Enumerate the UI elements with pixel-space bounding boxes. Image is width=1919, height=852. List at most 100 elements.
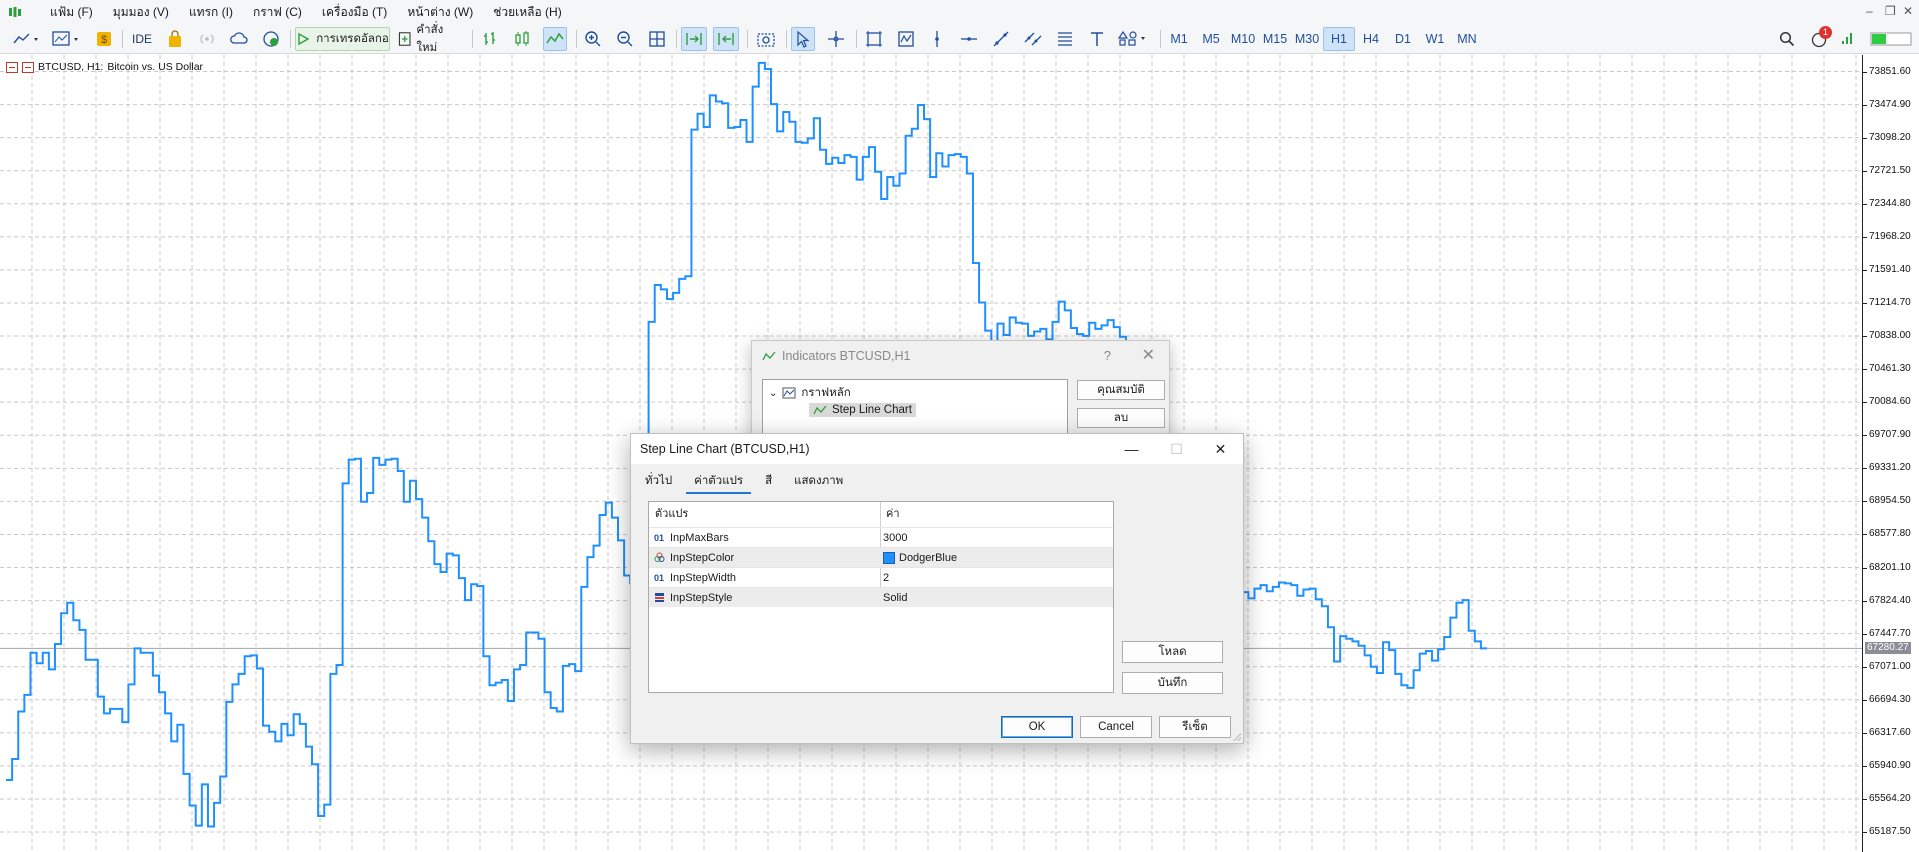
zoom-in-icon[interactable]	[582, 27, 604, 51]
close-icon[interactable]: ✕	[1903, 4, 1913, 18]
tree-item-main-chart[interactable]: ⌄ กราฟหลัก	[769, 384, 851, 402]
table-row[interactable]: InpStepColor DodgerBlue	[649, 547, 1113, 567]
signal-strength-icon	[1840, 27, 1856, 51]
price-label: 73098.20	[1869, 131, 1911, 143]
timeframe-m5[interactable]: M5	[1195, 27, 1227, 51]
tab-visualization[interactable]: แสดงภาพ	[786, 472, 851, 494]
tab-inputs[interactable]: ค่าตัวแปร	[686, 472, 752, 494]
channel-icon[interactable]	[1022, 27, 1044, 51]
reset-button[interactable]: รีเซ็ต	[1159, 716, 1231, 738]
indicator-window-icon[interactable]	[894, 27, 918, 51]
menu-view[interactable]: มุมมอง (V)	[103, 0, 179, 24]
properties-button[interactable]: คุณสมบัติ	[1077, 380, 1165, 400]
table-row[interactable]: 01 InpStepWidth 2	[649, 567, 1113, 587]
tree-item-step-line-chart[interactable]: Step Line Chart	[809, 403, 916, 417]
template-dropdown[interactable]	[50, 27, 84, 51]
fit-window-icon[interactable]	[862, 27, 886, 51]
timeframe-mn[interactable]: MN	[1451, 27, 1483, 51]
table-row[interactable]: 01 InpMaxBars 3000	[649, 527, 1113, 547]
notifications-icon[interactable]: 1	[1808, 26, 1832, 51]
algo-trading-button[interactable]: การเทรดอัลกอ	[295, 27, 390, 51]
color-type-icon	[654, 552, 665, 562]
crosshair-icon[interactable]	[824, 27, 848, 51]
minimize-icon[interactable]: –	[1866, 4, 1873, 18]
indicators-close-icon[interactable]: ✕	[1142, 345, 1155, 365]
restore-icon[interactable]: ❐	[1885, 4, 1896, 18]
horizontal-line-icon[interactable]	[958, 27, 980, 51]
close-icon[interactable]: ✕	[1198, 434, 1243, 464]
bar-chart-icon[interactable]	[479, 27, 501, 51]
price-tick	[1863, 699, 1867, 701]
candlestick-icon[interactable]	[511, 27, 533, 51]
trend-line-icon[interactable]	[990, 27, 1012, 51]
chevron-down-icon[interactable]: ⌄	[769, 388, 777, 399]
line-chart-toggle-icon[interactable]	[543, 27, 567, 51]
ok-button[interactable]: OK	[1001, 716, 1073, 738]
chart-properties-icon[interactable]	[22, 61, 34, 73]
ide-button[interactable]: IDE	[128, 27, 156, 51]
new-order-icon	[398, 32, 411, 46]
timeframe-m10[interactable]: M10	[1227, 27, 1259, 51]
step-dialog-titlebar: Step Line Chart (BTCUSD,H1) — ☐ ✕	[631, 434, 1243, 464]
timeframe-m1[interactable]: M1	[1163, 27, 1195, 51]
auto-scroll-icon[interactable]	[681, 27, 707, 51]
color-swatch[interactable]	[883, 551, 895, 564]
timeframe-m15[interactable]: M15	[1259, 27, 1291, 51]
chart-menu-icon[interactable]	[6, 61, 18, 73]
cancel-button[interactable]: Cancel	[1080, 716, 1152, 738]
signals-icon[interactable]	[197, 27, 217, 51]
delete-button[interactable]: ลบ	[1077, 408, 1165, 428]
chart-shift-icon[interactable]	[713, 27, 739, 51]
inputs-table: ตัวแปร ค่า 01 InpMaxBars 3000 InpStepColo…	[648, 501, 1114, 693]
step-line-chart-dialog: Step Line Chart (BTCUSD,H1) — ☐ ✕ ทั่วไป…	[630, 433, 1244, 744]
market-icon[interactable]: $	[95, 27, 113, 51]
menu-chart[interactable]: กราฟ (C)	[243, 0, 312, 24]
param-value[interactable]: DodgerBlue	[899, 552, 957, 564]
price-tick	[1863, 203, 1867, 205]
load-button[interactable]: โหลด	[1122, 641, 1223, 663]
timeframe-d1[interactable]: D1	[1387, 27, 1419, 51]
new-order-button[interactable]: คำสั่งใหม่	[398, 24, 462, 54]
menu-tools[interactable]: เครื่องมือ (T)	[312, 0, 397, 24]
menu-help[interactable]: ช่วยเหลือ (H)	[483, 0, 571, 24]
timeframe-h4[interactable]: H4	[1355, 27, 1387, 51]
help-icon[interactable]: ?	[1104, 348, 1111, 363]
globe-icon[interactable]	[260, 27, 282, 51]
minimize-icon[interactable]: —	[1109, 434, 1154, 464]
screenshot-icon[interactable]	[754, 27, 778, 51]
table-row[interactable]: InpStepStyle Solid	[649, 587, 1113, 607]
vps-cloud-icon[interactable]	[228, 27, 250, 51]
param-value[interactable]: 2	[883, 572, 889, 584]
price-tick	[1863, 269, 1867, 271]
zoom-out-icon[interactable]	[614, 27, 636, 51]
text-tool-icon[interactable]	[1086, 27, 1108, 51]
vertical-line-icon[interactable]	[926, 27, 948, 51]
market-bag-icon[interactable]	[165, 27, 185, 51]
price-label: 67071.00	[1869, 660, 1911, 672]
grid-icon[interactable]	[646, 27, 668, 51]
tab-colors[interactable]: สี	[757, 472, 780, 494]
timeframe-w1[interactable]: W1	[1419, 27, 1451, 51]
menu-file[interactable]: แฟ้ม (F)	[40, 0, 103, 24]
price-label: 68201.10	[1869, 561, 1911, 573]
shapes-dropdown[interactable]	[1116, 27, 1152, 51]
price-tick	[1863, 236, 1867, 238]
param-value[interactable]: 3000	[883, 532, 907, 544]
chart-window-icon	[782, 387, 796, 399]
menu-insert[interactable]: แทรก (I)	[179, 0, 243, 24]
resize-grip-icon[interactable]	[1233, 733, 1241, 741]
timeframe-h1[interactable]: H1	[1323, 27, 1355, 51]
chart-symbol: BTCUSD, H1:	[38, 61, 104, 73]
fibonacci-icon[interactable]	[1054, 27, 1076, 51]
cursor-icon[interactable]	[791, 27, 815, 51]
connection-status-icon	[1868, 27, 1916, 51]
chart-type-dropdown[interactable]	[12, 27, 42, 51]
price-tick	[1863, 732, 1867, 734]
timeframe-m30[interactable]: M30	[1291, 27, 1323, 51]
param-value[interactable]: Solid	[883, 592, 907, 604]
tab-common[interactable]: ทั่วไป	[637, 472, 680, 494]
save-button[interactable]: บันทึก	[1122, 672, 1223, 694]
price-label: 70461.30	[1869, 363, 1911, 375]
search-icon[interactable]	[1777, 27, 1797, 51]
price-axis[interactable]: 73851.60 73474.90 73098.20 72721.50 72344.80…	[1862, 55, 1919, 852]
